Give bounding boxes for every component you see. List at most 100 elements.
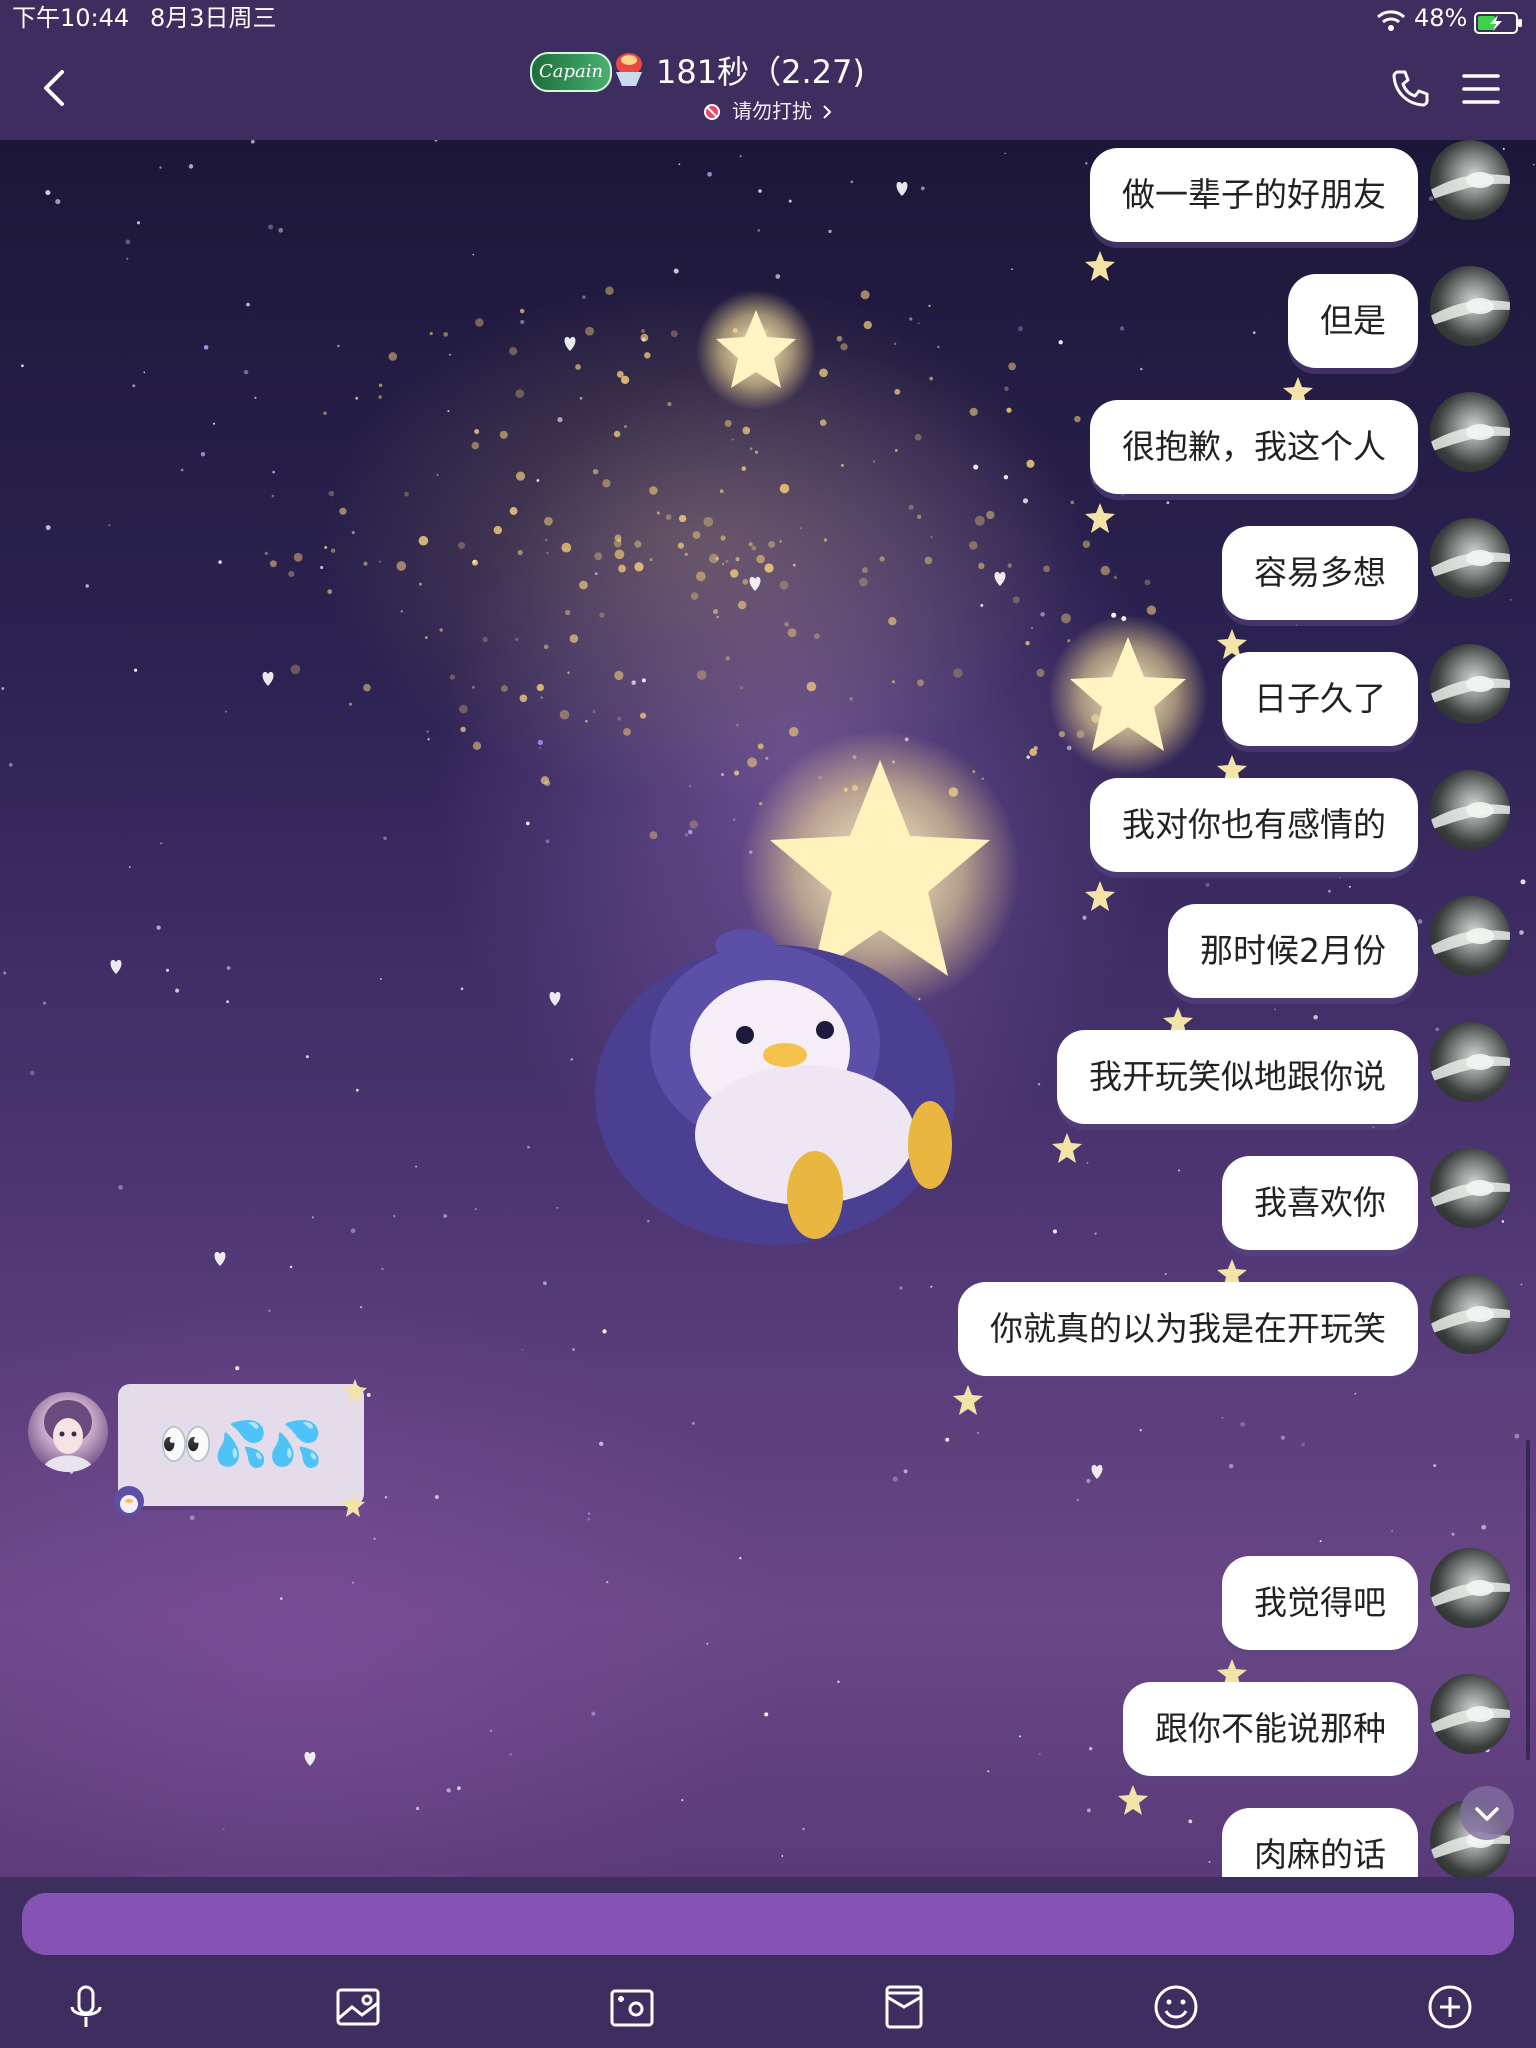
status-date: 8月3日周三 xyxy=(150,4,277,32)
outgoing-message-bubble[interactable]: 日子久了 xyxy=(1217,652,1418,785)
chat-title-area[interactable]: Capain 181秒（2.27) xyxy=(530,50,1050,94)
red-packet-icon xyxy=(885,1985,923,2029)
incoming-message-bubble[interactable]: 👀💦💦 xyxy=(114,1379,367,1517)
outgoing-message-bubble[interactable]: 但是 xyxy=(1283,274,1418,407)
menu-icon xyxy=(1462,74,1500,104)
self-avatar[interactable] xyxy=(1430,896,1510,976)
message-input[interactable] xyxy=(22,1893,1514,1955)
outgoing-message-bubble[interactable]: 容易多想 xyxy=(1217,526,1418,659)
bubble-star-icon xyxy=(1282,350,1314,407)
composer-area xyxy=(0,1877,1536,2048)
image-icon xyxy=(336,1988,380,2026)
bubble-star-icon xyxy=(1084,854,1116,911)
bubble-star-icon xyxy=(1216,728,1248,785)
contact-avatar[interactable] xyxy=(28,1392,108,1472)
battery-percent: 48% xyxy=(1414,4,1468,32)
chevron-right-icon xyxy=(823,105,832,119)
bubble-star-icon xyxy=(1117,1758,1149,1815)
outgoing-message-text: 肉麻的话 xyxy=(1254,1835,1386,1874)
phone-icon xyxy=(1392,70,1429,107)
outgoing-message-row: 那时候2月份 xyxy=(0,896,1536,1037)
back-button[interactable] xyxy=(36,66,76,110)
bubble-star-icon xyxy=(1051,1106,1083,1163)
incoming-message-text: 👀💦💦 xyxy=(158,1419,324,1470)
voice-call-button[interactable] xyxy=(1390,68,1430,108)
shaved-ice-emoji xyxy=(612,52,646,90)
menu-button[interactable] xyxy=(1462,72,1500,106)
outgoing-message-text: 我开玩笑似地跟你说 xyxy=(1089,1057,1386,1096)
emoji-icon xyxy=(1154,1985,1198,2029)
bubble-star-icon xyxy=(1084,476,1116,533)
voice-input-button[interactable] xyxy=(60,1981,112,2033)
camera-button[interactable] xyxy=(606,1981,658,2033)
outgoing-message-row: 但是 xyxy=(0,266,1536,407)
outgoing-message-bubble[interactable]: 你就真的以为我是在开玩笑 xyxy=(953,1282,1418,1415)
back-arrow-icon xyxy=(44,70,64,106)
chat-header: Capain 181秒（2.27) 请勿打扰 xyxy=(0,36,1536,140)
outgoing-message-text: 容易多想 xyxy=(1254,553,1386,592)
outgoing-message-text: 但是 xyxy=(1320,301,1386,340)
self-avatar[interactable] xyxy=(1430,266,1510,346)
do-not-disturb-label: 请勿打扰 xyxy=(732,99,812,123)
outgoing-message-bubble[interactable]: 我觉得吧 xyxy=(1217,1556,1418,1689)
outgoing-message-text: 很抱歉，我这个人 xyxy=(1122,427,1386,466)
outgoing-message-text: 我觉得吧 xyxy=(1254,1583,1386,1622)
scroll-to-bottom-button[interactable] xyxy=(1460,1786,1514,1840)
outgoing-message-row: 很抱歉，我这个人 xyxy=(0,392,1536,533)
outgoing-message-bubble[interactable]: 我开玩笑似地跟你说 xyxy=(1052,1030,1418,1163)
self-avatar[interactable] xyxy=(1430,392,1510,472)
outgoing-message-bubble[interactable]: 我喜欢你 xyxy=(1217,1156,1418,1289)
outgoing-message-bubble[interactable]: 那时候2月份 xyxy=(1163,904,1418,1037)
outgoing-message-row: 我觉得吧 xyxy=(0,1548,1536,1689)
emoji-button[interactable] xyxy=(1150,1981,1202,2033)
penguin-badge-icon xyxy=(114,1486,144,1516)
outgoing-message-bubble[interactable]: 我对你也有感情的 xyxy=(1085,778,1418,911)
outgoing-message-row: 我开玩笑似地跟你说 xyxy=(0,1022,1536,1163)
bubble-star-icon xyxy=(952,1358,984,1415)
bubble-star-icon xyxy=(1216,602,1248,659)
bubble-star-icon xyxy=(1216,1232,1248,1289)
photo-album-button[interactable] xyxy=(332,1981,384,2033)
status-time: 下午10:44 xyxy=(12,4,130,32)
self-avatar[interactable] xyxy=(1430,1022,1510,1102)
outgoing-message-text: 日子久了 xyxy=(1254,679,1386,718)
corner-star-icon xyxy=(343,1379,367,1403)
outgoing-message-row: 容易多想 xyxy=(0,518,1536,659)
status-bar: 下午10:44 8月3日周三 48% xyxy=(0,0,1536,36)
self-avatar[interactable] xyxy=(1430,1674,1510,1754)
self-avatar[interactable] xyxy=(1430,1548,1510,1628)
self-avatar[interactable] xyxy=(1430,1148,1510,1228)
scrollbar[interactable] xyxy=(1526,1440,1530,1760)
bubble-star-icon xyxy=(1162,980,1194,1037)
chevron-down-icon xyxy=(1475,1807,1499,1821)
outgoing-message-text: 做一辈子的好朋友 xyxy=(1122,175,1386,214)
chat-title: 181秒（2.27) xyxy=(656,53,865,91)
plus-icon xyxy=(1428,1985,1472,2029)
title-badge: Capain xyxy=(530,52,612,92)
outgoing-message-text: 跟你不能说那种 xyxy=(1155,1709,1386,1748)
bubble-star-icon xyxy=(1216,1632,1248,1689)
outgoing-message-text: 我喜欢你 xyxy=(1254,1183,1386,1222)
self-avatar[interactable] xyxy=(1430,770,1510,850)
outgoing-message-text: 你就真的以为我是在开玩笑 xyxy=(990,1309,1386,1348)
self-avatar[interactable] xyxy=(1430,140,1510,220)
outgoing-message-text: 那时候2月份 xyxy=(1200,931,1386,970)
outgoing-message-bubble[interactable]: 做一辈子的好朋友 xyxy=(1085,148,1418,281)
outgoing-message-row: 你就真的以为我是在开玩笑 xyxy=(0,1274,1536,1415)
do-not-disturb-icon xyxy=(704,104,720,120)
corner-star-icon xyxy=(341,1493,365,1517)
more-actions-button[interactable] xyxy=(1424,1981,1476,2033)
microphone-icon xyxy=(70,1985,102,2027)
outgoing-message-row: 跟你不能说那种 xyxy=(0,1674,1536,1815)
outgoing-message-bubble[interactable]: 很抱歉，我这个人 xyxy=(1085,400,1418,533)
self-avatar[interactable] xyxy=(1430,644,1510,724)
self-avatar[interactable] xyxy=(1430,1274,1510,1354)
self-avatar[interactable] xyxy=(1430,518,1510,598)
outgoing-message-bubble[interactable]: 跟你不能说那种 xyxy=(1118,1682,1418,1815)
outgoing-message-row: 日子久了 xyxy=(0,644,1536,785)
outgoing-message-row: 做一辈子的好朋友 xyxy=(0,140,1536,281)
outgoing-message-row: 我喜欢你 xyxy=(0,1148,1536,1289)
bubble-star-icon xyxy=(1084,224,1116,281)
outgoing-message-row: 我对你也有感情的 xyxy=(0,770,1536,911)
red-packet-button[interactable] xyxy=(878,1981,930,2033)
